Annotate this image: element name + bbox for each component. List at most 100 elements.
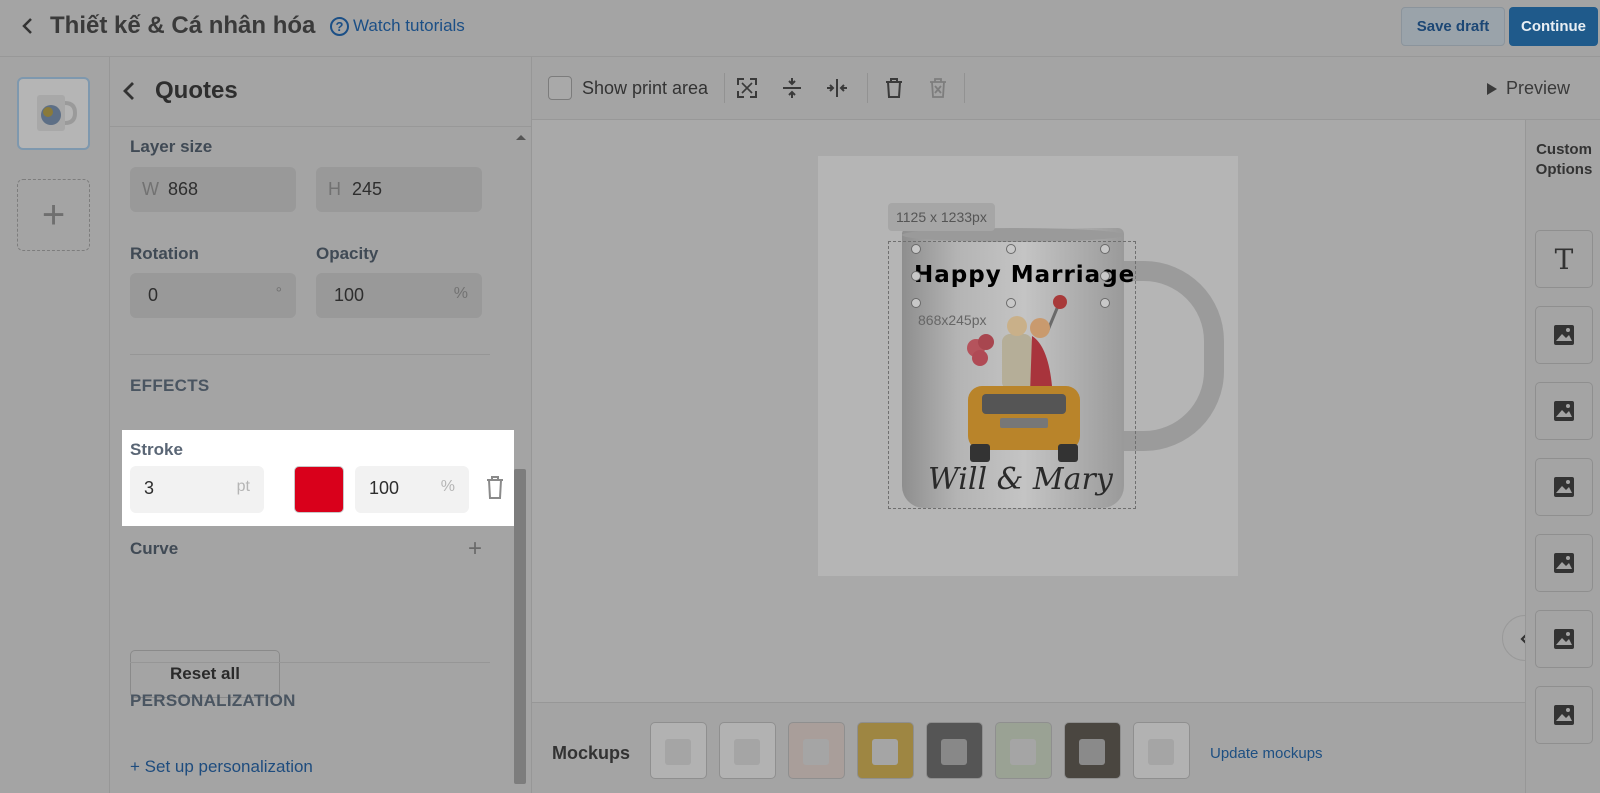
update-mockups-link[interactable]: Update mockups [1210,745,1323,762]
continue-button[interactable]: Continue [1509,7,1598,46]
resize-handle[interactable] [911,244,921,254]
image-option-button[interactable] [1535,458,1593,516]
stroke-opacity-unit: % [440,478,455,495]
layer-settings-panel: Quotes Layer size W 868 H 245 Rotation 0… [110,57,532,793]
product-rail: + [0,57,110,793]
stroke-color-swatch[interactable] [294,466,344,513]
height-value: 245 [352,179,383,199]
text-icon: T [1554,242,1574,276]
rotation-input[interactable]: 0 ° [130,273,296,318]
scroll-up-icon[interactable] [510,131,532,143]
panel-scrollbar[interactable] [510,127,532,793]
image-option-button[interactable] [1535,534,1593,592]
resize-handle[interactable] [1100,298,1110,308]
custom-options-label: Custom Options [1534,140,1594,180]
artboard[interactable]: 1125 x 1233px Happy Marriage 868x245px W… [818,156,1238,576]
panel-title: Quotes [155,77,238,104]
add-product-button[interactable]: + [17,179,90,251]
custom-options-line1: Custom [1536,141,1592,158]
stroke-opacity-input[interactable]: 100 % [355,466,469,513]
chevron-left-icon[interactable] [118,79,142,103]
toolbar-separator [724,73,725,103]
stroke-width-input[interactable]: 3 pt [130,466,264,513]
panel-header: Quotes [110,57,531,127]
scroll-thumb[interactable] [514,469,526,784]
custom-options-bar: Custom Options T [1525,120,1600,793]
stroke-opacity-value: 100 [369,478,400,498]
watch-tutorials-link[interactable]: ? Watch tutorials [330,16,465,36]
effects-heading: EFFECTS [130,376,210,395]
stroke-width-unit: pt [236,478,250,495]
mug-mockup-image [1079,739,1105,765]
rotation-label: Rotation [130,244,199,263]
mug-mockup-image [734,739,760,765]
mockup-thumbnail[interactable] [788,722,845,779]
resize-handle[interactable] [1100,244,1110,254]
mockups-label: Mockups [552,743,631,763]
mockups-bar: Mockups Update mockups [532,702,1525,793]
mockup-thumbnail[interactable] [995,722,1052,779]
stroke-section: Stroke 3 pt 100 % [122,430,514,526]
mockup-thumbnail[interactable] [719,722,776,779]
delete-icon[interactable] [882,76,906,100]
opacity-input[interactable]: 100 % [316,273,482,318]
mockup-thumbnail[interactable] [926,722,983,779]
stroke-label: Stroke [130,440,183,459]
setup-personalization-link[interactable]: + Set up personalization [130,757,313,777]
show-print-area-checkbox[interactable] [548,76,572,100]
mug-mockup-image [803,739,829,765]
personalization-heading: PERSONALIZATION [130,691,296,710]
mug-mockup-image [665,739,691,765]
image-icon [1554,325,1574,345]
text-option-button[interactable]: T [1535,230,1593,288]
delete-all-icon[interactable] [926,76,950,100]
save-draft-button[interactable]: Save draft [1401,7,1505,46]
resize-handle[interactable] [1006,244,1016,254]
top-bar: Thiết kế & Cá nhân hóa ? Watch tutorials… [0,0,1600,57]
width-prefix: W [142,179,159,199]
product-thumbnail[interactable] [17,77,90,150]
image-icon [1554,629,1574,649]
divider [130,662,490,663]
add-curve-plus-icon[interactable]: + [468,535,482,563]
align-horizontal-center-icon[interactable] [825,76,849,100]
mug-thumbnail-icon [37,95,78,131]
resize-handle[interactable] [911,271,921,281]
width-value: 868 [168,179,199,199]
mug-mockup-image [941,739,967,765]
align-vertical-center-icon[interactable] [780,76,804,100]
selection-box[interactable] [911,244,1110,308]
height-input[interactable]: H 245 [316,167,482,212]
trash-icon[interactable] [484,474,506,500]
resize-handle[interactable] [911,298,921,308]
expand-icon[interactable] [735,76,759,100]
custom-options-line2: Options [1535,161,1593,178]
mockup-thumbnail[interactable] [857,722,914,779]
image-option-button[interactable] [1535,306,1593,364]
layer-dimension-tag: 868x245px [918,312,987,328]
image-icon [1554,553,1574,573]
canvas-toolbar: Show print area Preview [532,57,1600,120]
print-size-tag: 1125 x 1233px [888,203,995,231]
image-option-button[interactable] [1535,382,1593,440]
opacity-label: Opacity [316,244,379,263]
preview-button[interactable]: Preview [1486,78,1570,99]
image-icon [1554,705,1574,725]
mug-mockup-image [872,739,898,765]
toolbar-separator [964,73,965,103]
width-input[interactable]: W 868 [130,167,296,212]
mockup-thumbnail[interactable] [1064,722,1121,779]
mockup-thumbnail[interactable] [650,722,707,779]
image-option-button[interactable] [1535,610,1593,668]
resize-handle[interactable] [1100,271,1110,281]
mockup-thumbnail[interactable] [1133,722,1190,779]
resize-handle[interactable] [1006,298,1016,308]
names-text-layer[interactable]: Will & Mary [928,462,1113,497]
back-arrow-icon[interactable] [16,14,40,38]
image-option-button[interactable] [1535,686,1593,744]
rotation-value: 0 [148,285,159,305]
page-title: Thiết kế & Cá nhân hóa [50,12,316,39]
mug-mockup-image [1010,739,1036,765]
toolbar-separator [867,73,868,103]
design-canvas[interactable]: 1125 x 1233px Happy Marriage 868x245px W… [532,120,1548,702]
